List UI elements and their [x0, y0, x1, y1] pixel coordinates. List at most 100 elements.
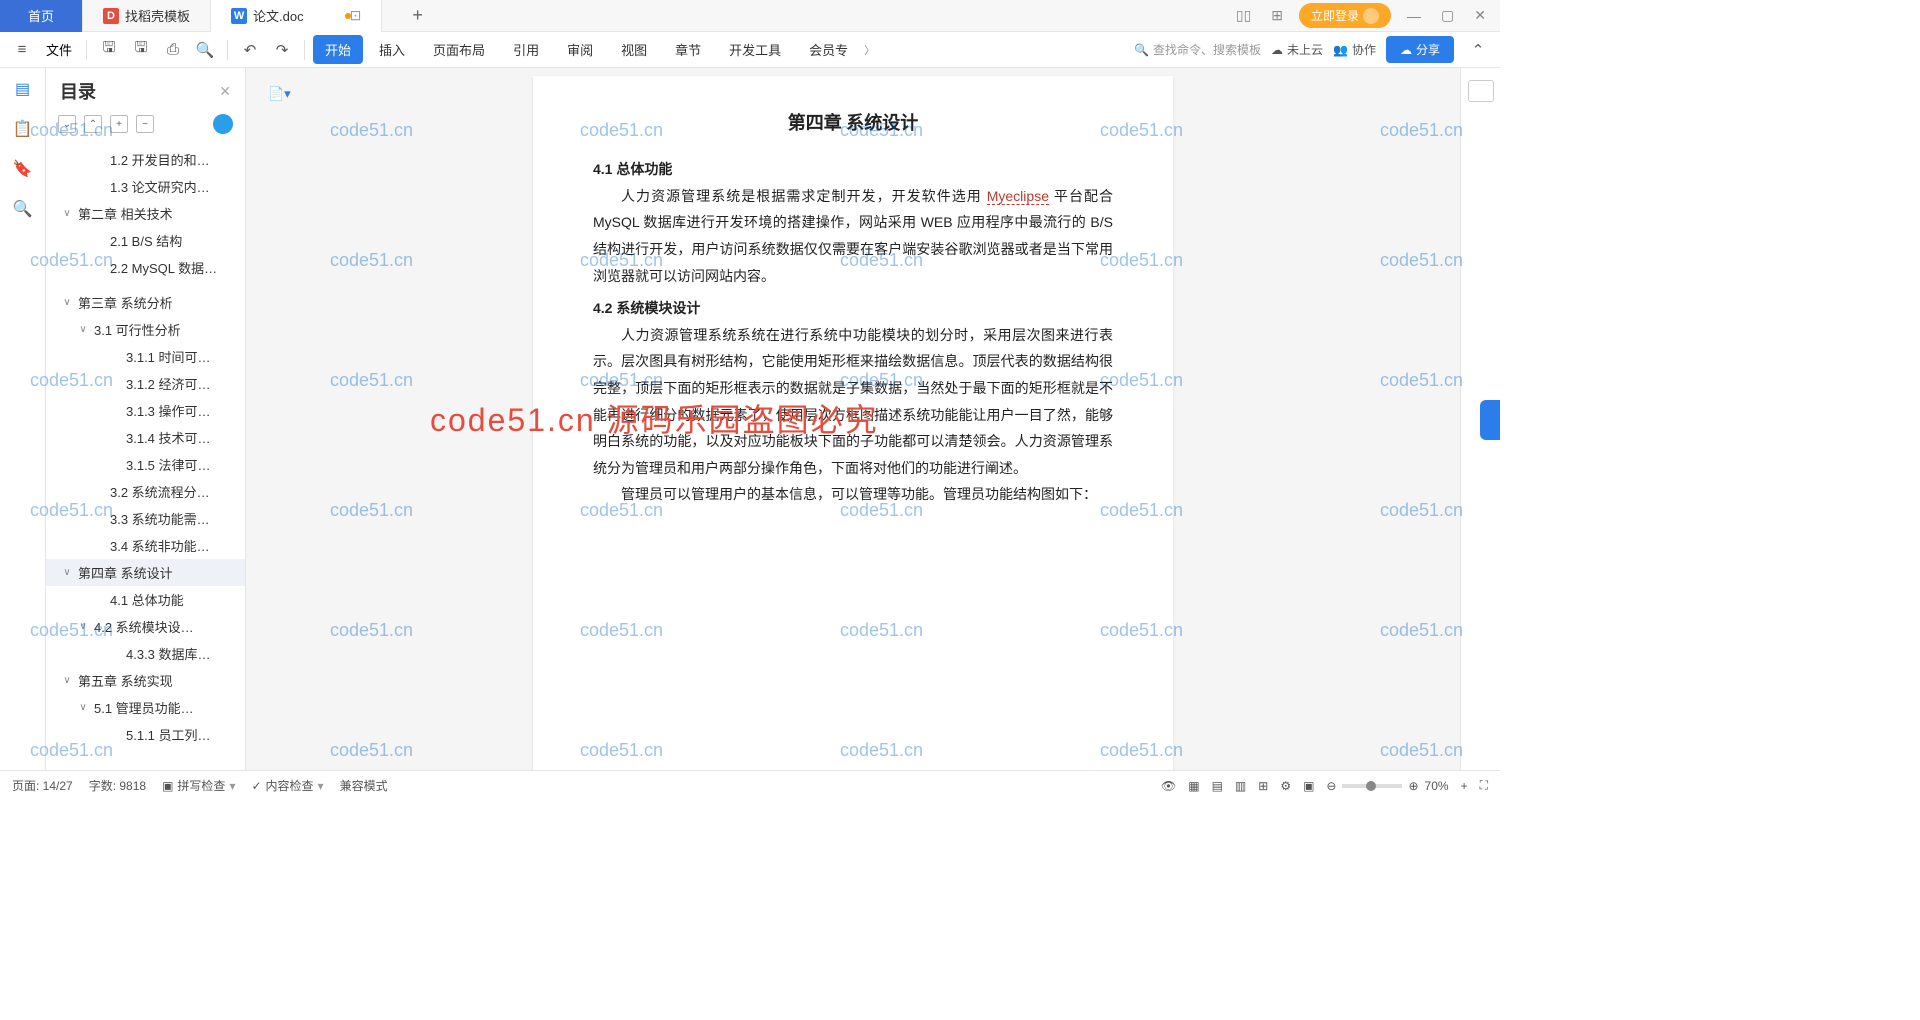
ribbon-ref[interactable]: 引用 [501, 35, 551, 64]
document-page: 第四章 系统设计 4.1 总体功能 人力资源管理系统是根据需求定制开发，开发软件… [533, 76, 1173, 770]
ribbon-insert[interactable]: 插入 [367, 35, 417, 64]
layout-mode-icon[interactable]: ▦ [1188, 779, 1199, 793]
ribbon-start[interactable]: 开始 [313, 35, 363, 64]
close-icon[interactable]: ✕ [1470, 7, 1490, 24]
tab-home[interactable]: 首页 [0, 0, 83, 32]
maximize-icon[interactable]: ▢ [1437, 7, 1458, 24]
spell-error: Myeclipse [987, 188, 1049, 205]
tree-item[interactable]: 3.1.4 技术可… [46, 424, 245, 451]
outline-icon[interactable]: ▤ [12, 78, 34, 100]
tree-item[interactable]: ∨第三章 系统分析 [46, 289, 245, 316]
tab-close-icon[interactable]: ⊡ [350, 7, 362, 24]
outline-tree[interactable]: 1.2 开发目的和…1.3 论文研究内…∨第二章 相关技术2.1 B/S 结构2… [46, 142, 245, 770]
status-page[interactable]: 页面: 14/27 [12, 777, 73, 794]
minimize-icon[interactable]: — [1403, 8, 1425, 24]
tab-templates[interactable]: D 找稻壳模板 [83, 0, 211, 32]
outline-title: 目录 [60, 78, 96, 104]
tree-item[interactable]: ∨4.2 系统模块设… [46, 613, 245, 640]
tree-item[interactable]: ∨第二章 相关技术 [46, 200, 245, 227]
ribbon-chapter[interactable]: 章节 [663, 35, 713, 64]
tree-item[interactable]: 1.3 论文研究内… [46, 173, 245, 200]
tree-item[interactable]: 3.4 系统非功能… [46, 532, 245, 559]
tree-item[interactable]: 3.1.3 操作可… [46, 397, 245, 424]
tab-add[interactable]: + [382, 0, 453, 32]
chapter-title: 第四章 系统设计 [593, 106, 1113, 140]
tab-document[interactable]: W 论文.doc ⊡ [211, 0, 382, 32]
collapse-ribbon-icon[interactable]: ⌃ [1464, 36, 1492, 64]
collab-label: 协作 [1352, 41, 1376, 58]
ribbon-view[interactable]: 视图 [609, 35, 659, 64]
share-button[interactable]: ☁ 分享 [1386, 36, 1454, 63]
save-as-icon[interactable]: 🖫 [127, 36, 155, 64]
settings-icon[interactable]: ⚙ [1280, 779, 1291, 793]
view2-icon[interactable]: ▥ [1235, 779, 1246, 793]
tree-item[interactable]: 3.1.1 时间可… [46, 343, 245, 370]
ribbon-scroll-icon[interactable]: 〉 [864, 42, 875, 58]
view1-icon[interactable]: ▤ [1212, 779, 1223, 793]
ribbon-layout[interactable]: 页面布局 [421, 35, 497, 64]
panel-toggle-icon[interactable] [1468, 80, 1494, 102]
clipboard-icon[interactable]: 📋 [12, 118, 34, 140]
hamburger-icon[interactable]: ≡ [8, 36, 36, 64]
preview-icon[interactable]: 🔍 [191, 36, 219, 64]
zoom-in-icon[interactable]: ⊕ [1408, 779, 1418, 793]
ribbon-review[interactable]: 审阅 [555, 35, 605, 64]
insert-marker-icon[interactable]: 📄▾ [268, 86, 291, 102]
zoom-out-icon[interactable]: ⊖ [1326, 779, 1336, 793]
remove-icon[interactable]: − [136, 115, 154, 133]
cloud-status[interactable]: ☁ 未上云 [1271, 41, 1323, 58]
tree-item[interactable]: 3.3 系统功能需… [46, 505, 245, 532]
tree-item[interactable]: 3.2 系统流程分… [46, 478, 245, 505]
fit-icon[interactable]: + [1461, 779, 1468, 793]
expand-all-icon[interactable]: ⌃ [84, 115, 102, 133]
zoom-value: 70% [1425, 779, 1449, 793]
tree-item[interactable]: 2.2 MySQL 数据… [46, 254, 245, 281]
paragraph-3: 管理员可以管理用户的基本信息，可以管理等功能。管理员功能结构图如下： [593, 481, 1113, 508]
save-icon[interactable]: 🖫 [95, 36, 123, 64]
collab-icon: 👥 [1333, 43, 1348, 57]
tree-item[interactable]: ∨第四章 系统设计 [46, 559, 245, 586]
tree-item[interactable]: ∨3.1 可行性分析 [46, 316, 245, 343]
tree-item[interactable]: 3.1.2 经济可… [46, 370, 245, 397]
status-content-check[interactable]: ✓内容检查▾ [251, 777, 323, 794]
read-mode-icon[interactable]: 👁 [1161, 779, 1176, 793]
tree-item[interactable] [46, 281, 245, 289]
document-area[interactable]: 📄▾ 第四章 系统设计 4.1 总体功能 人力资源管理系统是根据需求定制开发，开… [246, 68, 1460, 770]
view3-icon[interactable]: ⊞ [1258, 779, 1268, 793]
find-icon[interactable]: 🔍 [12, 198, 34, 220]
view4-icon[interactable]: ▣ [1303, 779, 1314, 793]
fullscreen-icon[interactable]: ⛶ [1480, 778, 1488, 793]
doc-icon: W [231, 8, 247, 24]
print-icon[interactable]: ⎙ [159, 36, 187, 64]
tree-item[interactable]: 4.1 总体功能 [46, 586, 245, 613]
ribbon-member[interactable]: 会员专 [797, 35, 860, 64]
section-4-1: 4.1 总体功能 [593, 156, 1113, 183]
tree-item[interactable]: 3.1.5 法律可… [46, 451, 245, 478]
bookmark-icon[interactable]: 🔖 [12, 158, 34, 180]
apps-icon[interactable]: ⊞ [1267, 7, 1287, 24]
ribbon-dev[interactable]: 开发工具 [717, 35, 793, 64]
layout-icon[interactable]: ▯▯ [1232, 7, 1255, 24]
status-compat: 兼容模式 [340, 777, 388, 794]
command-search[interactable]: 🔍 查找命令、搜索模板 [1134, 41, 1261, 58]
tree-item[interactable]: 2.1 B/S 结构 [46, 227, 245, 254]
redo-icon[interactable]: ↷ [268, 36, 296, 64]
outline-close-icon[interactable]: ✕ [219, 83, 231, 100]
tree-item[interactable]: 4.3.3 数据库… [46, 640, 245, 667]
file-menu[interactable]: 文件 [40, 40, 78, 59]
status-spellcheck[interactable]: ▣拼写检查▾ [162, 777, 235, 794]
add-icon[interactable]: + [110, 115, 128, 133]
collab-button[interactable]: 👥 协作 [1333, 41, 1376, 58]
tree-item[interactable]: ∨5.1 管理员功能… [46, 694, 245, 721]
collapse-all-icon[interactable]: ⌄ [58, 115, 76, 133]
undo-icon[interactable]: ↶ [236, 36, 264, 64]
status-words[interactable]: 字数: 9818 [89, 777, 146, 794]
side-float-tab[interactable] [1480, 400, 1500, 440]
tree-item[interactable]: 1.2 开发目的和… [46, 146, 245, 173]
tree-item[interactable]: 5.1.1 员工列… [46, 721, 245, 748]
zoom-control[interactable]: ⊖ ⊕ 70% [1326, 779, 1448, 793]
login-button[interactable]: 立即登录 [1299, 3, 1391, 28]
main-area: ▤ 📋 🔖 🔍 目录 ✕ ⌄ ⌃ + − 1.2 开发目的和…1.3 论文研究内… [0, 68, 1500, 770]
tree-item[interactable]: ∨第五章 系统实现 [46, 667, 245, 694]
ai-chat-icon[interactable] [213, 114, 233, 134]
